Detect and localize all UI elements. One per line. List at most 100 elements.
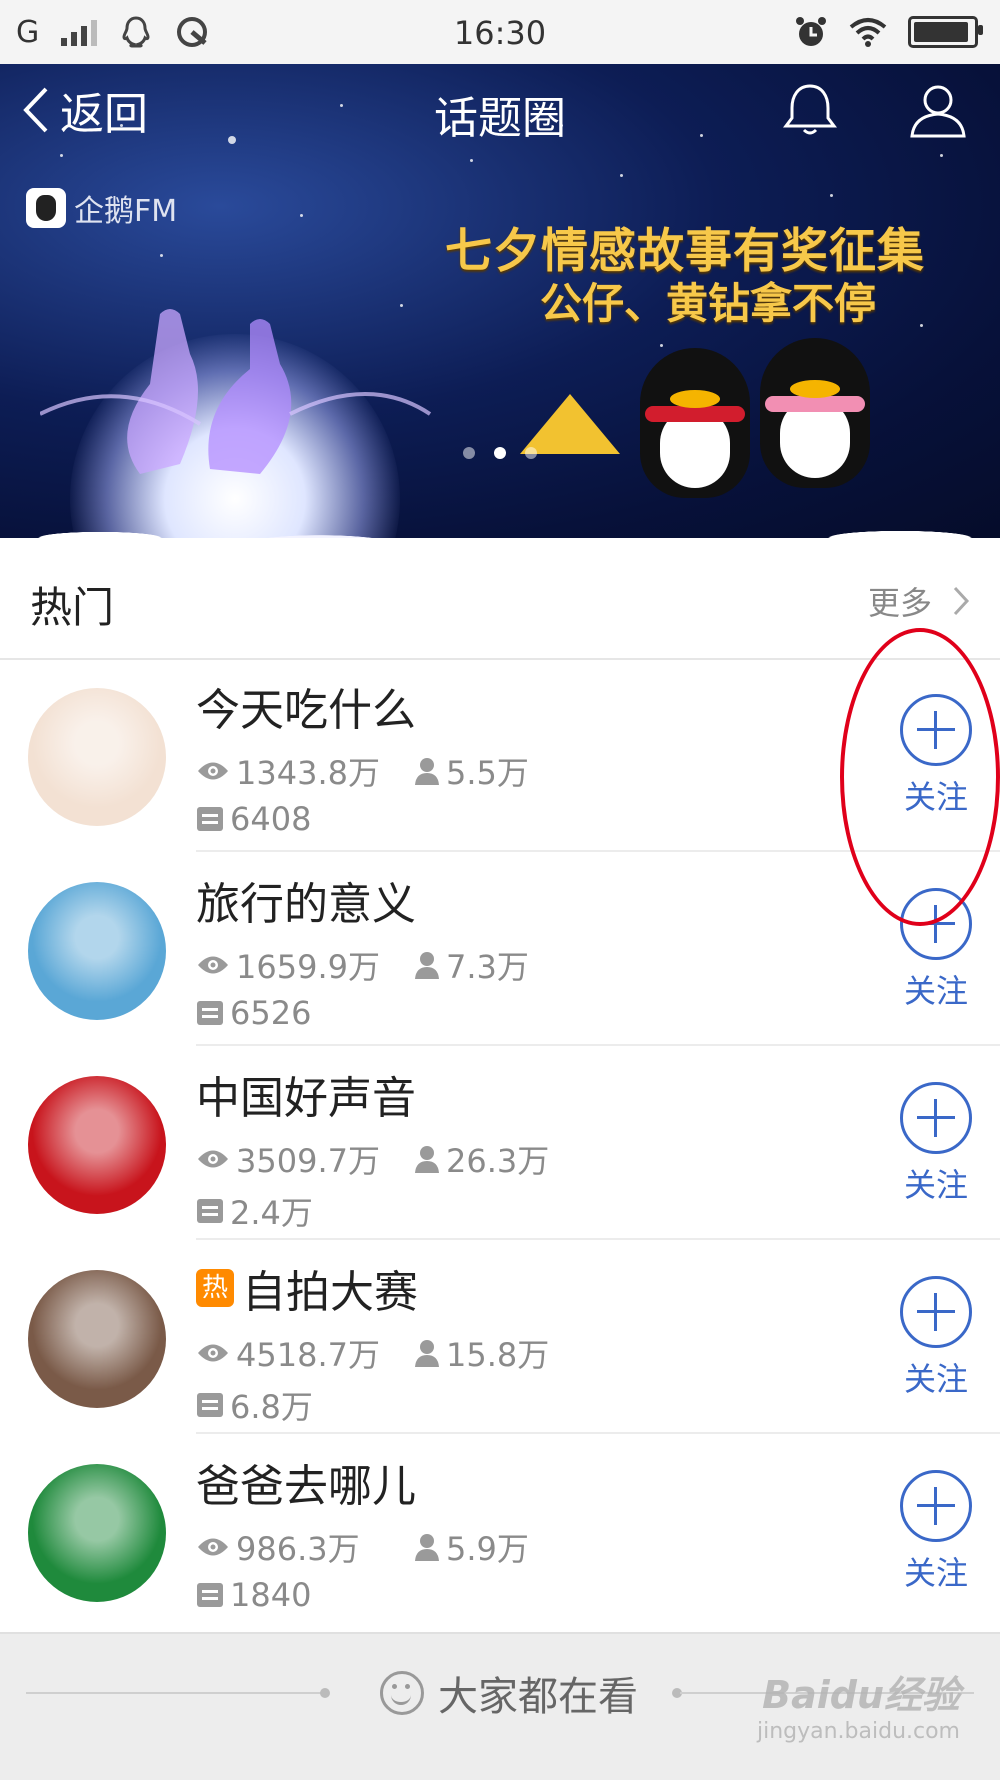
plus-circle-icon xyxy=(900,1276,972,1348)
topic-title-wrap[interactable]: 热自拍大赛 xyxy=(196,1256,418,1320)
smiley-icon xyxy=(380,1671,424,1715)
follow-label: 关注 xyxy=(903,1554,968,1592)
everyone-watching-label: 大家都在看 xyxy=(438,1674,638,1720)
topic-avatar[interactable] xyxy=(28,1270,166,1408)
section-title: 热门 xyxy=(30,583,115,632)
follow-button[interactable]: 关注 xyxy=(888,1276,984,1400)
follow-label: 关注 xyxy=(903,1360,968,1398)
chevron-right-icon xyxy=(953,586,970,616)
topic-row[interactable]: 今天吃什么 1343.8万 5.5万 6408 关注 xyxy=(0,658,1000,852)
hot-badge: 热 xyxy=(196,1269,234,1307)
eye-icon xyxy=(198,762,228,780)
posts-count: 1840 xyxy=(230,1576,312,1614)
promo-banner[interactable]: 返回 话题圈 企鹅FM 七夕情感故事有奖征集 公仔、黄钻拿不停 xyxy=(0,64,1000,538)
follow-label: 关注 xyxy=(903,1166,968,1204)
topic-row[interactable]: 中国好声音 3509.7万 26.3万 2.4万 关注 xyxy=(0,1046,1000,1240)
profile-button[interactable] xyxy=(908,82,968,142)
topic-title: 爸爸去哪儿 xyxy=(196,1461,416,1512)
topic-title: 旅行的意义 xyxy=(196,879,416,930)
more-link[interactable]: 更多 xyxy=(868,578,970,624)
fans-count: 15.8万 xyxy=(446,1336,550,1374)
watermark-brand: Baidu经验 xyxy=(762,1673,960,1717)
plus-circle-icon xyxy=(900,1082,972,1154)
views-stat: 4518.7万 xyxy=(196,1330,414,1376)
everyone-watching-link[interactable]: 大家都在看 xyxy=(380,1664,638,1722)
plus-circle-icon xyxy=(900,888,972,960)
notification-button[interactable] xyxy=(780,82,840,142)
topic-avatar[interactable] xyxy=(28,1076,166,1214)
views-count: 4518.7万 xyxy=(236,1336,380,1374)
topic-title: 今天吃什么 xyxy=(196,685,416,736)
page-title: 话题圈 xyxy=(434,93,566,144)
topic-title: 自拍大赛 xyxy=(242,1267,418,1318)
follow-button[interactable]: 关注 xyxy=(888,694,984,818)
topic-stats: 986.3万 5.9万 xyxy=(196,1524,529,1570)
status-bar: G 16:30 xyxy=(0,0,1000,64)
posts-stat: 6526 xyxy=(196,994,311,1032)
more-label: 更多 xyxy=(867,584,932,622)
carousel-dot-active[interactable] xyxy=(494,447,506,459)
penguin-logo-icon xyxy=(26,188,66,228)
person-icon xyxy=(415,1534,439,1561)
post-icon xyxy=(197,807,223,831)
fm-brand-text: 企鹅FM xyxy=(74,194,178,229)
eye-icon xyxy=(198,1150,228,1168)
views-stat: 986.3万 xyxy=(196,1524,414,1570)
topic-avatar[interactable] xyxy=(28,688,166,826)
person-icon xyxy=(415,952,439,979)
views-stat: 3509.7万 xyxy=(196,1136,414,1182)
carousel-indicator xyxy=(0,444,1000,463)
topic-avatar[interactable] xyxy=(28,1464,166,1602)
posts-count: 2.4万 xyxy=(230,1194,313,1232)
views-count: 1659.9万 xyxy=(236,948,380,986)
status-right xyxy=(794,0,983,64)
topic-row[interactable]: 爸爸去哪儿 986.3万 5.9万 1840 关注 xyxy=(0,1434,1000,1628)
topic-title-wrap[interactable]: 爸爸去哪儿 xyxy=(196,1450,416,1514)
fm-logo: 企鹅FM xyxy=(26,186,177,230)
views-count: 3509.7万 xyxy=(236,1142,380,1180)
topic-stats: 3509.7万 26.3万 xyxy=(196,1136,549,1182)
fans-count: 26.3万 xyxy=(446,1142,550,1180)
topic-stats: 1659.9万 7.3万 xyxy=(196,942,529,988)
post-icon xyxy=(197,1393,223,1417)
topic-title: 中国好声音 xyxy=(196,1073,416,1124)
follow-button[interactable]: 关注 xyxy=(888,888,984,1012)
user-icon xyxy=(910,85,966,138)
post-icon xyxy=(197,1001,223,1025)
topic-title-wrap[interactable]: 中国好声音 xyxy=(196,1062,416,1126)
fans-stat: 26.3万 xyxy=(414,1136,549,1182)
battery-icon xyxy=(908,16,983,48)
divider xyxy=(26,1692,326,1694)
topic-row[interactable]: 旅行的意义 1659.9万 7.3万 6526 关注 xyxy=(0,852,1000,1046)
fans-count: 5.9万 xyxy=(446,1530,529,1568)
posts-count: 6526 xyxy=(230,994,312,1032)
carousel-dot[interactable] xyxy=(525,447,538,459)
fans-stat: 7.3万 xyxy=(414,942,529,988)
person-icon xyxy=(415,758,439,785)
eye-icon xyxy=(198,1344,228,1362)
views-stat: 1659.9万 xyxy=(196,942,414,988)
posts-count: 6.8万 xyxy=(230,1388,313,1426)
carousel-dot[interactable] xyxy=(462,447,475,459)
fans-count: 7.3万 xyxy=(446,948,529,986)
topic-title-wrap[interactable]: 今天吃什么 xyxy=(196,674,416,738)
eye-icon xyxy=(198,956,228,974)
follow-label: 关注 xyxy=(903,778,968,816)
penguin-illustration xyxy=(760,338,870,488)
watermark: Baidu经验 jingyan.baidu.com xyxy=(757,1664,960,1744)
bottom-bar: 大家都在看 Baidu经验 jingyan.baidu.com xyxy=(0,1632,1000,1780)
follow-label: 关注 xyxy=(903,972,968,1010)
fans-count: 5.5万 xyxy=(446,754,529,792)
topic-row[interactable]: 热自拍大赛 4518.7万 15.8万 6.8万 关注 xyxy=(0,1240,1000,1434)
fans-stat: 5.5万 xyxy=(414,748,529,794)
promo-subline: 公仔、黄钻拿不停 xyxy=(540,279,877,328)
follow-button[interactable]: 关注 xyxy=(888,1082,984,1206)
topic-title-wrap[interactable]: 旅行的意义 xyxy=(196,868,416,932)
alarm-icon xyxy=(796,17,826,46)
plus-circle-icon xyxy=(900,694,972,766)
watermark-url: jingyan.baidu.com xyxy=(756,1719,960,1744)
posts-stat: 1840 xyxy=(196,1576,311,1614)
follow-button[interactable]: 关注 xyxy=(888,1470,984,1594)
post-icon xyxy=(197,1199,223,1223)
topic-avatar[interactable] xyxy=(28,882,166,1020)
